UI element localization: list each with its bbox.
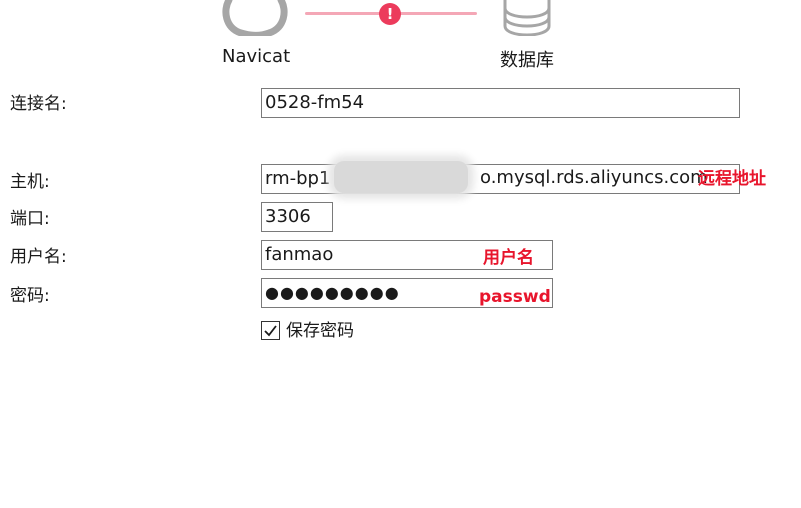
host-label: 主机: (10, 172, 50, 192)
port-label: 端口: (10, 209, 50, 229)
connection-dialog: ! Navicat 数据库 连接名: 0528-fm54 主机: rm-bp1 … (0, 0, 801, 508)
save-password-label[interactable]: 保存密码 (286, 320, 354, 342)
checkmark-icon (264, 325, 277, 337)
password-label: 密码: (10, 286, 50, 306)
alert-icon: ! (379, 3, 401, 25)
conn-name-label: 连接名: (10, 94, 67, 114)
redacted-region (334, 161, 468, 193)
connection-graphic: ! Navicat 数据库 (0, 0, 801, 80)
port-input[interactable]: 3306 (261, 202, 333, 232)
app-label: Navicat (222, 46, 291, 67)
database-icon (503, 0, 551, 36)
host-value-suffix: o.mysql.rds.aliyuncs.com (480, 167, 708, 188)
username-annotation: 用户名 (483, 248, 534, 268)
conn-name-input[interactable]: 0528-fm54 (261, 88, 740, 118)
save-password-checkbox[interactable] (261, 321, 280, 340)
navicat-icon (222, 0, 288, 36)
host-annotation: 远程地址 (698, 169, 766, 189)
database-label: 数据库 (500, 50, 554, 71)
host-value-prefix: rm-bp1 (265, 168, 331, 189)
password-annotation: passwd (479, 287, 551, 307)
username-label: 用户名: (10, 247, 67, 267)
